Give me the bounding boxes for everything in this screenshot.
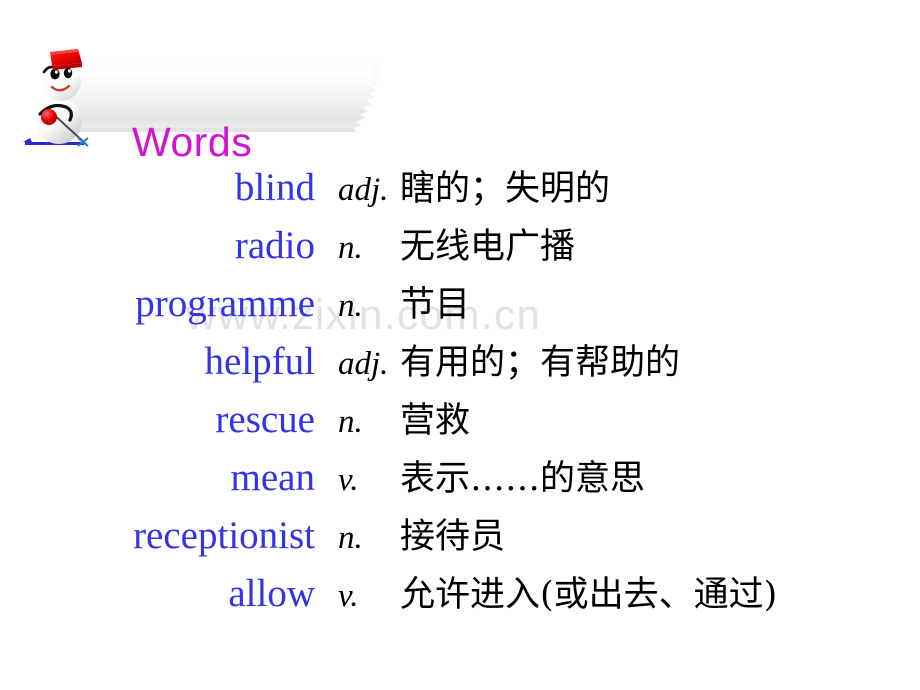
- table-row: radio n. 无线电广播: [0, 218, 920, 276]
- vocab-pos: n.: [338, 230, 363, 266]
- vocab-pos: n.: [338, 520, 363, 556]
- table-row: mean v. 表示……的意思: [0, 450, 920, 508]
- vocab-word: radio: [234, 224, 315, 267]
- vocab-word: helpful: [204, 340, 315, 383]
- vocab-word: rescue: [215, 398, 315, 441]
- table-row: rescue n. 营救: [0, 392, 920, 450]
- vocab-pos: n.: [338, 288, 363, 324]
- slide-canvas: www.zixin.com.cn Words blind adj. 瞎的；失明的…: [0, 0, 920, 690]
- vocab-pos: adj.: [338, 172, 389, 208]
- vocab-pos: n.: [338, 404, 363, 440]
- vocab-word: mean: [230, 456, 315, 499]
- page-title: Words: [132, 119, 253, 165]
- table-row: helpful adj. 有用的；有帮助的: [0, 334, 920, 392]
- table-row: receptionist n. 接待员: [0, 508, 920, 566]
- vocab-definition: 允许进入(或出去、通过): [400, 575, 778, 615]
- vocab-word: receptionist: [133, 514, 315, 557]
- slide-header-banner: Words: [22, 48, 442, 163]
- vocab-definition: 节目: [400, 285, 471, 325]
- vocab-pos: v.: [338, 578, 359, 614]
- vocab-pos: adj.: [338, 346, 389, 382]
- table-row: blind adj. 瞎的；失明的: [0, 160, 920, 218]
- vocab-definition: 瞎的；失明的: [400, 169, 611, 209]
- vocab-definition: 无线电广播: [400, 227, 576, 267]
- table-row: programme n. 节目: [0, 276, 920, 334]
- vocab-definition: 接待员: [400, 517, 506, 557]
- vocab-word: allow: [228, 572, 315, 615]
- vocab-definition: 营救: [400, 401, 471, 441]
- vocab-definition: 有用的；有帮助的: [400, 343, 681, 383]
- vocab-pos: v.: [338, 462, 359, 498]
- vocab-word: blind: [234, 166, 315, 209]
- vocab-word: programme: [135, 282, 315, 325]
- table-row: allow v. 允许进入(或出去、通过): [0, 566, 920, 624]
- vocab-definition: 表示……的意思: [400, 459, 646, 499]
- vocabulary-table: blind adj. 瞎的；失明的 radio n. 无线电广播 program…: [0, 160, 920, 624]
